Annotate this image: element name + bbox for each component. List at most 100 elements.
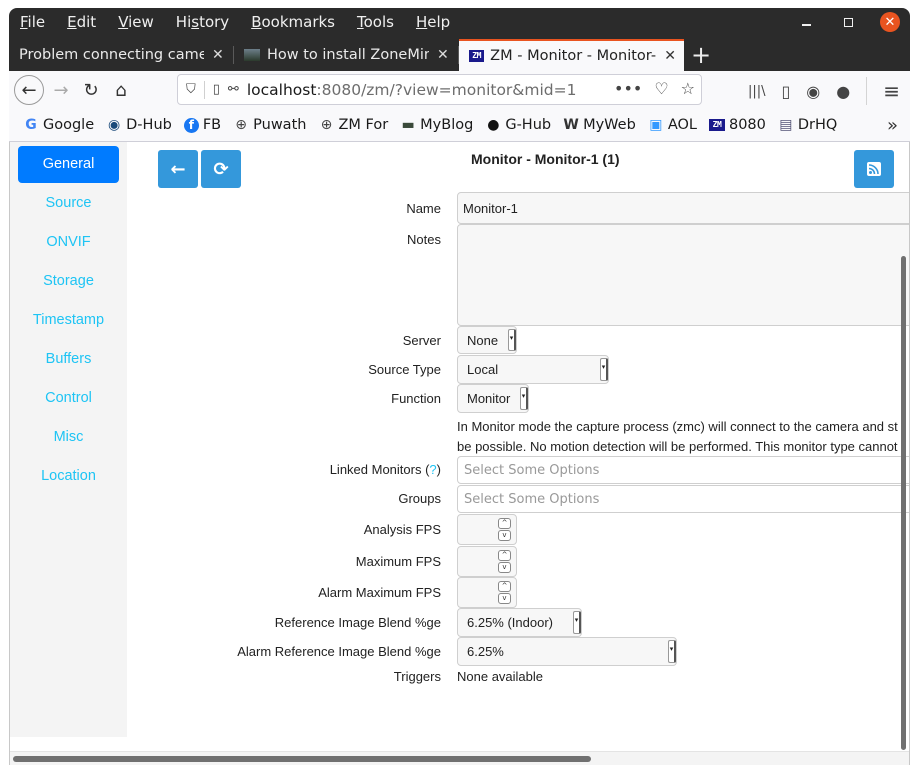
bookmark-d-hub[interactable]: ◉ D-Hub bbox=[106, 117, 172, 133]
menu-edit[interactable]: Edit bbox=[67, 13, 96, 31]
vertical-scrollbar[interactable] bbox=[901, 256, 906, 750]
url-bar[interactable]: ⛉ ▯ ⚯ localhost:8080/zm/?view=monitor&mi… bbox=[177, 74, 702, 105]
pocket-icon[interactable]: ♡ bbox=[654, 79, 668, 98]
spin-up-icon[interactable]: ^ bbox=[498, 581, 511, 592]
sidebar-item-general[interactable]: General bbox=[18, 146, 119, 183]
toolbar-separator bbox=[866, 77, 868, 105]
bookmark-google[interactable]: G Google bbox=[23, 117, 94, 133]
menu-bar: File Edit View History Bookmarks Tools H… bbox=[9, 8, 910, 36]
spin-down-icon[interactable]: v bbox=[498, 593, 511, 604]
extension-icon[interactable]: ● bbox=[836, 82, 850, 101]
bookmark-puwath[interactable]: ⊕ Puwath bbox=[233, 117, 306, 133]
menu-tools-label: ools bbox=[363, 13, 394, 31]
notes-textarea[interactable] bbox=[457, 224, 909, 326]
groups-select[interactable]: Select Some Options bbox=[457, 485, 909, 513]
tab-close-icon[interactable]: ✕ bbox=[212, 47, 224, 63]
forward-button[interactable]: → bbox=[46, 75, 76, 105]
sidebar-item-misc[interactable]: Misc bbox=[18, 419, 119, 456]
bookmark-fb[interactable]: f FB bbox=[183, 117, 221, 133]
tab-install-zoneminder[interactable]: How to install ZoneMinder ✕ bbox=[234, 39, 459, 71]
sidebar-item-onvif[interactable]: ONVIF bbox=[18, 224, 119, 261]
hamburger-menu-icon[interactable]: ≡ bbox=[883, 79, 900, 103]
close-window-button[interactable]: ✕ bbox=[880, 12, 900, 32]
bookmark-myblog[interactable]: ▬ MyBlog bbox=[400, 117, 474, 133]
bookmark-g-hub[interactable]: ● G-Hub bbox=[485, 117, 551, 133]
alarm-maximum-fps-input[interactable]: ^ v bbox=[457, 577, 517, 608]
help-link[interactable]: ? bbox=[429, 462, 436, 477]
tab-problem-connecting[interactable]: Problem connecting camera ✕ bbox=[9, 39, 234, 71]
function-select[interactable]: Monitor ▾ bbox=[457, 384, 529, 413]
page-title: Monitor - Monitor-1 (1) bbox=[471, 151, 620, 167]
bookmark-drhq[interactable]: ▤ DrHQ bbox=[778, 117, 837, 133]
bookmark-8080[interactable]: ZM 8080 bbox=[708, 117, 766, 133]
menu-bookmarks-key: B bbox=[251, 13, 262, 31]
sidebar-item-storage[interactable]: Storage bbox=[18, 263, 119, 300]
menu-edit-key: E bbox=[67, 13, 77, 31]
horizontal-scrollbar[interactable] bbox=[13, 756, 591, 762]
account-icon[interactable]: ◉ bbox=[806, 82, 820, 101]
maximize-icon bbox=[843, 17, 853, 27]
sidebar-item-timestamp[interactable]: Timestamp bbox=[18, 302, 119, 339]
refresh-button[interactable]: ⟳ bbox=[201, 150, 241, 188]
minimize-button[interactable] bbox=[796, 12, 816, 32]
menu-history[interactable]: History bbox=[176, 13, 229, 31]
reference-blend-select[interactable]: 6.25% (Indoor) ▾ bbox=[457, 608, 582, 637]
menu-view[interactable]: View bbox=[118, 13, 154, 31]
bookmark-myweb[interactable]: W MyWeb bbox=[563, 117, 635, 133]
analysis-fps-input[interactable]: ^ v bbox=[457, 514, 517, 545]
aol-icon: ▣ bbox=[649, 117, 663, 133]
spin-down-icon[interactable]: v bbox=[498, 530, 511, 541]
groups-placeholder: Select Some Options bbox=[464, 491, 600, 507]
back-button[interactable]: ← bbox=[158, 150, 198, 188]
server-select[interactable]: None ▾ bbox=[457, 326, 517, 354]
globe-icon: ⊕ bbox=[320, 117, 333, 133]
maximize-button[interactable] bbox=[838, 12, 858, 32]
home-button[interactable]: ⌂ bbox=[106, 75, 136, 105]
spin-up-icon[interactable]: ^ bbox=[498, 518, 511, 529]
maximum-fps-input[interactable]: ^ v bbox=[457, 546, 517, 577]
bookmark-star-icon[interactable]: ☆ bbox=[681, 79, 695, 98]
tab-title: Problem connecting camera bbox=[19, 47, 204, 63]
tab-close-icon[interactable]: ✕ bbox=[437, 47, 449, 63]
spin-up-icon[interactable]: ^ bbox=[498, 550, 511, 561]
menu-file[interactable]: File bbox=[20, 13, 45, 31]
library-icon[interactable]: |||\ bbox=[748, 84, 766, 99]
name-input[interactable]: Monitor-1 bbox=[457, 192, 909, 224]
menu-history-key: s bbox=[191, 13, 200, 31]
sidebar-item-source[interactable]: Source bbox=[18, 185, 119, 222]
menu-bookmarks[interactable]: Bookmarks bbox=[251, 13, 335, 31]
sidebar-icon[interactable]: ▯ bbox=[781, 82, 790, 101]
menu-history-label: tory bbox=[199, 13, 230, 31]
linked-monitors-select[interactable]: Select Some Options bbox=[457, 456, 909, 484]
bookmark-label: D-Hub bbox=[126, 117, 172, 133]
bookmark-label: Google bbox=[43, 117, 95, 133]
alarm-reference-blend-select[interactable]: 6.25% ▾ bbox=[457, 637, 677, 666]
menu-help[interactable]: Help bbox=[416, 13, 450, 31]
spin-down-icon[interactable]: v bbox=[498, 562, 511, 573]
back-button[interactable]: ← bbox=[14, 75, 44, 105]
tab-close-icon[interactable]: ✕ bbox=[664, 48, 676, 64]
reference-blend-label: Reference Image Blend %ge bbox=[274, 615, 441, 630]
permissions-icon[interactable]: ⚯ bbox=[228, 82, 239, 97]
bookmark-aol[interactable]: ▣ AOL bbox=[648, 117, 697, 133]
bookmarks-overflow-icon[interactable]: » bbox=[887, 115, 898, 136]
maximum-fps-label: Maximum FPS bbox=[355, 554, 441, 569]
sidebar-item-location[interactable]: Location bbox=[18, 458, 119, 495]
minimize-icon bbox=[801, 24, 811, 26]
function-label: Function bbox=[391, 391, 441, 406]
dropdown-arrow-icon: ▾ bbox=[668, 640, 676, 663]
sidebar-item-control[interactable]: Control bbox=[18, 380, 119, 417]
source-type-select[interactable]: Local ▾ bbox=[457, 355, 609, 384]
new-tab-button[interactable]: + bbox=[684, 39, 718, 71]
shield-icon[interactable]: ⛉ bbox=[186, 82, 196, 97]
tab-zm-monitor[interactable]: ZM ZM - Monitor - Monitor-1 ✕ bbox=[459, 39, 684, 71]
feed-button[interactable] bbox=[854, 150, 894, 188]
menu-tools[interactable]: Tools bbox=[357, 13, 394, 31]
url-text[interactable]: localhost:8080/zm/?view=monitor&mid=1 bbox=[247, 81, 577, 99]
reload-button[interactable]: ↻ bbox=[76, 75, 106, 105]
page-actions-icon[interactable]: ••• bbox=[614, 79, 642, 98]
url-divider bbox=[203, 80, 205, 99]
bookmark-zm-for[interactable]: ⊕ ZM For bbox=[318, 117, 389, 133]
facebook-icon: f bbox=[183, 117, 199, 133]
sidebar-item-buffers[interactable]: Buffers bbox=[18, 341, 119, 378]
